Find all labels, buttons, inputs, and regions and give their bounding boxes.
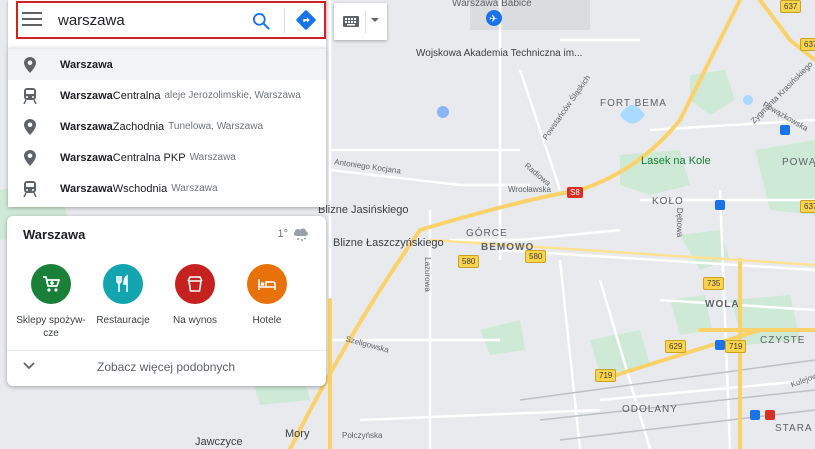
suggestions-list: Warszawa Warszawa Centralna aleje Jerozo…: [8, 48, 326, 207]
chevron-down-icon[interactable]: [23, 362, 35, 370]
suggestion-bold: Warszawa: [60, 89, 113, 102]
rail-marker-icon[interactable]: [765, 410, 775, 420]
pin-icon: [22, 118, 38, 135]
pin-icon: [22, 56, 38, 73]
map-label-park: Lasek na Kole: [641, 155, 711, 167]
suggestion-rest: Wschodnia: [112, 182, 168, 195]
map-label-street-lazurowa: Lazurowa: [422, 257, 432, 292]
input-tools-divider: [365, 11, 366, 33]
transit-marker-icon[interactable]: [780, 125, 790, 135]
search-divider: [284, 9, 285, 33]
transit-marker-icon[interactable]: [750, 410, 760, 420]
map-label-street-debowa: Dębowa: [675, 207, 685, 238]
road-badge-629: 629: [665, 340, 687, 353]
temperature: 1°: [277, 228, 288, 240]
map-label-street-wroclawska: Wrocławska: [508, 185, 551, 194]
category-restaurants[interactable]: Restauracje: [87, 264, 159, 327]
road-badge-719: 719: [595, 369, 617, 382]
suggestion-sub: Tunelowa, Warszawa: [168, 121, 264, 132]
chevron-down-icon[interactable]: [370, 16, 380, 24]
road-badge-580: 580: [458, 255, 480, 268]
transit-marker-icon[interactable]: [715, 340, 725, 350]
train-icon: [22, 180, 38, 197]
map-label-blizne-jasinskiego: Blizne Jasińskiego: [318, 204, 409, 216]
cart-icon: [31, 264, 71, 304]
card-divider: [7, 350, 326, 351]
suggestion-item[interactable]: Warszawa Wschodnia Warszawa: [8, 173, 326, 204]
menu-icon[interactable]: [22, 12, 42, 28]
category-label: Hotele: [252, 315, 282, 326]
suggestion-rest: Centralna: [112, 89, 161, 102]
keyboard-icon: [343, 16, 359, 27]
transit-marker-icon[interactable]: [715, 200, 725, 210]
map-label-mory: Mory: [285, 428, 310, 440]
map-label-czyste: CZYSTE: [760, 335, 806, 346]
category-groceries[interactable]: Sklepy spożyw-czе: [15, 264, 87, 340]
category-label: Na wynos: [173, 315, 217, 326]
road-badge-s8: S8: [567, 187, 583, 198]
weather-info: 1°: [277, 226, 310, 242]
map-label-odolany: ODOLANY: [622, 404, 678, 415]
suggestion-bold: Warszawa: [60, 182, 113, 195]
bed-icon: [247, 264, 287, 304]
map-label-academy: Wojskowa Akademia Techniczna im...: [416, 48, 582, 60]
category-hotels[interactable]: Hotele: [231, 264, 303, 327]
road-badge-637: 637: [800, 38, 815, 51]
suggestion-item[interactable]: Warszawa Zachodnia Tunelowa, Warszawa: [8, 111, 326, 142]
suggestion-sub: Warszawa: [189, 152, 236, 163]
road-badge-719: 719: [725, 340, 747, 353]
card-title: Warszawa: [23, 227, 86, 242]
train-icon: [22, 87, 38, 104]
suggestion-bold: Warszawa: [60, 151, 113, 164]
takeout-icon: [175, 264, 215, 304]
map-label-airport: Warszawa Babice: [452, 0, 532, 9]
suggestion-rest: Centralna PKP: [112, 151, 186, 164]
map-label-jawczyce: Jawczyce: [195, 436, 243, 448]
directions-icon[interactable]: [295, 9, 317, 31]
suggestion-item[interactable]: Warszawa: [8, 49, 326, 80]
road-badge-735: 735: [703, 277, 725, 290]
category-takeout[interactable]: Na wynos: [159, 264, 231, 327]
map-label-blizne-laszczynskiego: Blizne Łaszczyńskiego: [333, 237, 444, 249]
category-label: Sklepy spożyw-czе: [16, 315, 86, 339]
suggestion-rest: Zachodnia: [112, 120, 165, 133]
suggestion-bold: Warszawa: [60, 58, 113, 71]
search-box: [8, 0, 326, 48]
category-label: Restauracje: [96, 315, 150, 326]
input-tools-button[interactable]: [334, 3, 387, 40]
explore-card: Warszawa 1° Sklepy spożyw-czе Restauracj…: [7, 216, 326, 386]
road-badge-580: 580: [525, 250, 547, 263]
svg-text:✈: ✈: [489, 14, 497, 25]
search-input[interactable]: [58, 10, 238, 30]
see-more-link[interactable]: Zobacz więcej podobnych: [97, 360, 235, 374]
fork-knife-icon: [103, 264, 143, 304]
map-label-kolo: KOŁO: [652, 196, 684, 207]
suggestion-sub: aleje Jerozolimskie, Warszawa: [164, 90, 301, 101]
suggestion-item[interactable]: Warszawa Centralna aleje Jerozolimskie, …: [8, 80, 326, 111]
road-badge-637: 637: [800, 200, 815, 213]
suggestion-sub: Warszawa: [171, 183, 218, 194]
search-icon[interactable]: [251, 11, 271, 31]
map-label-wola: WOLA: [705, 299, 740, 310]
map-label-fort-bema: FORT BEMA: [600, 98, 667, 109]
map-label-stara: STARA: [775, 423, 813, 434]
map-label-street-polczynska: Połczyńska: [342, 431, 383, 440]
snow-cloud-icon: [293, 228, 308, 241]
academy-pin-icon[interactable]: [437, 106, 449, 118]
map-label-powaz: POWĄŻ: [782, 157, 815, 168]
road-badge-637: 637: [780, 0, 802, 13]
suggestion-item[interactable]: Warszawa Centralna PKP Warszawa: [8, 142, 326, 173]
suggestion-bold: Warszawa: [60, 120, 113, 133]
map-label-gorce: GÓRCE: [466, 228, 508, 239]
pin-icon: [22, 149, 38, 166]
